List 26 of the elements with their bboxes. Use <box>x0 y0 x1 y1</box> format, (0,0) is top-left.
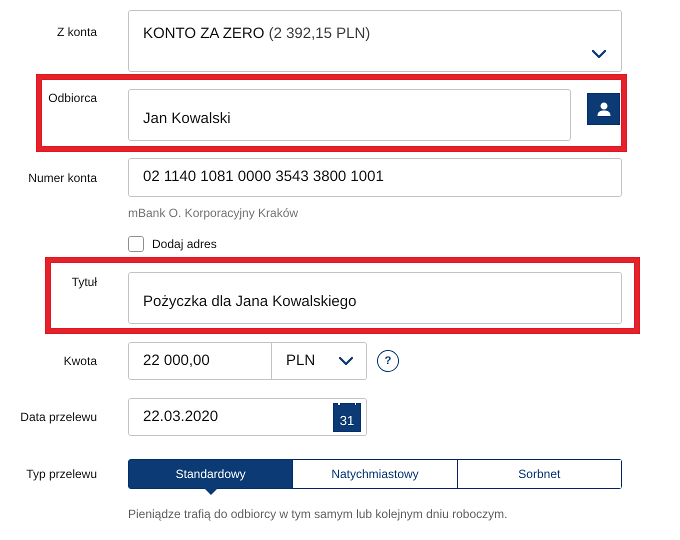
checkbox[interactable] <box>128 236 144 252</box>
field-label: Kwota <box>64 353 97 369</box>
title-field[interactable]: Pożyczka dla Jana Kowalskiego <box>128 272 622 324</box>
checkbox-label: Dodaj adres <box>152 236 217 253</box>
help-button[interactable]: ? <box>377 350 399 372</box>
account-name: KONTO ZA ZERO (2 392,15 PLN) <box>143 24 370 44</box>
date-field[interactable]: 22.03.2020 31 <box>128 398 367 436</box>
currency-select[interactable]: PLN <box>272 342 367 380</box>
person-icon <box>596 101 612 117</box>
account-number-field[interactable]: 02 1140 1081 0000 3543 3800 1001 <box>128 158 622 197</box>
field-label: Odbiorca <box>48 90 97 107</box>
calendar-button[interactable]: 31 <box>333 402 361 432</box>
contacts-button[interactable] <box>587 93 620 125</box>
account-select[interactable]: KONTO ZA ZERO (2 392,15 PLN) <box>128 10 622 72</box>
field-label: Typ przelewu <box>26 466 97 482</box>
amount-field[interactable]: 22 000,00 <box>128 342 272 380</box>
recipient-field[interactable]: Jan Kowalski <box>128 89 571 141</box>
field-label: Data przelewu <box>20 409 97 425</box>
chevron-down-icon <box>338 356 354 366</box>
field-label: Z konta <box>56 24 97 41</box>
transfer-type-tab[interactable]: Sorbnet <box>456 460 621 488</box>
bank-name-hint: mBank O. Korporacyjny Kraków <box>128 205 298 221</box>
field-label: Tytuł <box>72 274 97 291</box>
field-label: Numer konta <box>28 170 97 186</box>
transfer-note: Pieniądze trafią do odbiorcy w tym samym lub kolejnym dniu roboczym. <box>128 506 508 522</box>
chevron-down-icon <box>591 49 607 59</box>
